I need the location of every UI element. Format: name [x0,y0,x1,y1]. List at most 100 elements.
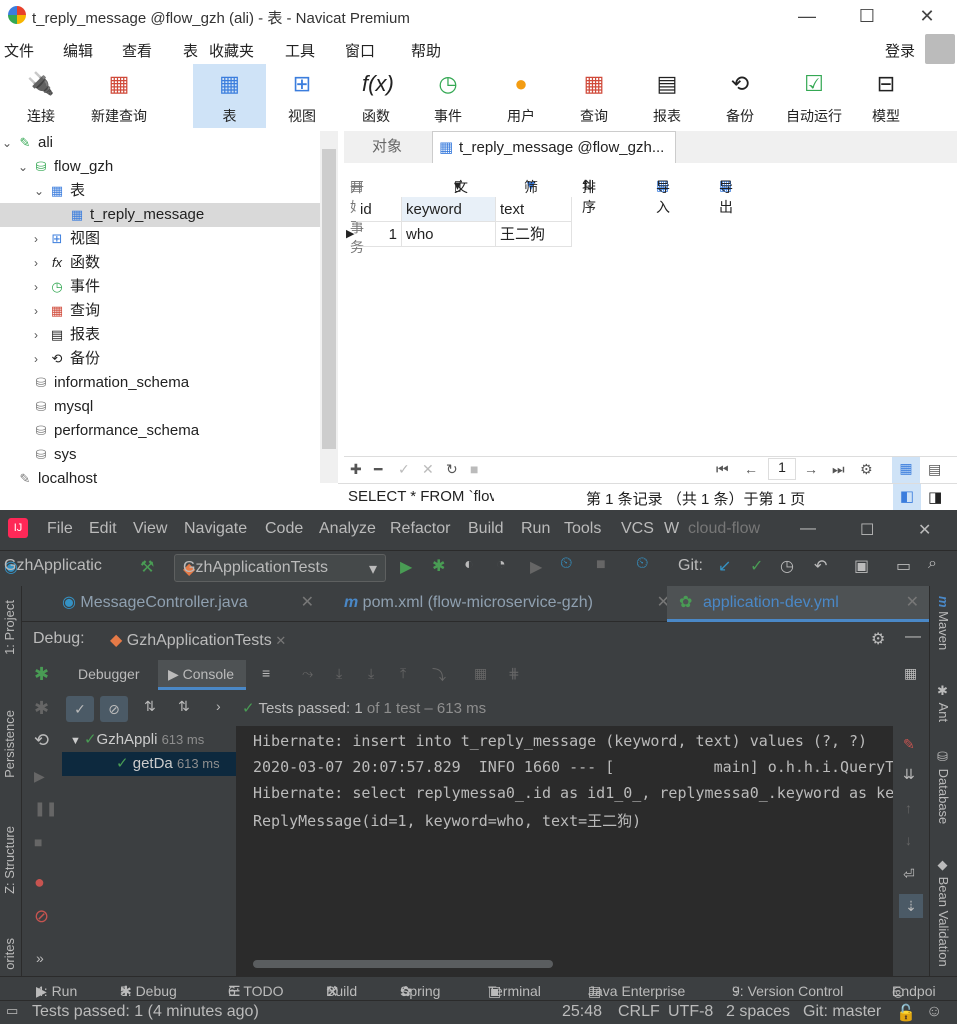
breakpoints-icon[interactable]: ● [34,872,45,893]
menu-help[interactable]: 帮助 [411,40,441,61]
menu-vcs[interactable]: VCS [621,520,654,538]
menu-file[interactable]: 文件 [4,40,34,61]
menu-favorites[interactable]: 收藏夹 [209,40,254,61]
panel-left-icon[interactable]: ◧ [893,484,921,510]
run-disabled-icon[interactable]: ▶ [530,557,542,577]
layout-toggle-icon[interactable]: ▭ [6,1003,18,1019]
rerun-debug-icon[interactable]: ✱ [34,664,49,685]
caret-position[interactable]: 25:48 [562,1003,602,1021]
soft-wrap-icon[interactable]: ⏎ [903,866,915,883]
sort-alpha-icon[interactable]: ⇅ [144,698,156,715]
chevron-down-icon[interactable]: ⌄ [18,155,32,179]
maximize-icon[interactable]: ☐ [855,4,879,28]
hammer-icon[interactable]: ⚒ [140,557,154,577]
tab-console[interactable]: ▶ Console [158,660,247,690]
search-everywhere-icon[interactable]: ⏲ [636,555,648,573]
menu-run[interactable]: Run [521,520,550,538]
debug-session-tab[interactable]: ◆ GzhApplicationTests ✕ [110,630,286,650]
console-hscrollbar[interactable] [253,960,553,968]
tab-debugger[interactable]: Debugger [78,666,140,682]
restore-layout-icon[interactable]: ⟲ [34,730,49,751]
scroll-end-icon[interactable]: ⇊ [903,766,915,783]
backup-button[interactable]: ⟲ 备份 [706,64,774,128]
chevron-right-icon[interactable]: › [34,347,48,371]
column-header-keyword[interactable]: keyword [402,197,496,222]
event-button[interactable]: ◷ 事件 [414,64,482,128]
minimize-icon[interactable]: — [800,520,816,538]
profile-icon[interactable]: ◔ [496,556,506,574]
add-record-icon[interactable]: ✚ [350,461,362,478]
new-query-button[interactable]: ▦ 新建查询 [82,64,156,128]
line-separator[interactable]: CRLF [618,1003,660,1021]
tree-group-reports[interactable]: › ▤ 报表 [34,323,100,347]
function-button[interactable]: f(x) 函数 [342,64,410,128]
more-icon[interactable]: » [36,950,44,966]
sort-duration-icon[interactable]: ⇅ [178,698,190,715]
coverage-icon[interactable]: ◐ [464,556,474,574]
clear-icon[interactable]: ✎ [903,736,915,753]
chevron-down-icon[interactable]: ⌄ [34,179,48,203]
next-page-icon[interactable]: → [804,461,818,477]
tree-database-sys[interactable]: ⛁ sys [32,443,77,467]
menu-edit[interactable]: Edit [89,520,117,538]
indent-setting[interactable]: 2 spaces [726,1003,790,1021]
test-method-node[interactable]: ✓ getDa 613 ms [62,752,236,776]
git-branch[interactable]: Git: master [803,1003,881,1021]
bug-disabled-icon[interactable]: ✱ [34,698,49,719]
delete-record-icon[interactable]: ━ [374,461,382,478]
tree-group-views[interactable]: › ⊞ 视图 [34,227,100,251]
cell-text[interactable]: 王二狗 [496,222,572,247]
chevron-right-icon[interactable]: › [34,299,48,323]
hide-icon[interactable]: — [905,628,921,646]
run-to-cursor-icon[interactable]: ⤵ [432,665,446,685]
menu-refactor[interactable]: Refactor [390,520,450,538]
tab-pom-xml[interactable]: m pom.xml (flow-microservice-gzh) ✕ [344,586,670,622]
sql-preview[interactable]: SELECT * FROM `flov [348,488,494,505]
tool-database[interactable]: ⛁ Database [936,750,951,824]
menu-build[interactable]: Build [468,520,504,538]
project-structure-icon[interactable]: ▣ [854,556,869,576]
menu-view[interactable]: View [133,520,167,538]
git-update-icon[interactable]: ↙ [718,556,731,576]
tree-group-backups[interactable]: › ⟲ 备份 [34,347,100,371]
mute-breakpoints-icon[interactable]: ⊘ [34,906,49,927]
tree-database-performance-schema[interactable]: ⛁ performance_schema [32,419,200,443]
close-icon[interactable]: ✕ [301,586,314,620]
maximize-icon[interactable]: ☐ [860,520,874,540]
layout-icon[interactable]: ▭ [896,556,911,576]
close-icon[interactable]: ✕ [918,520,931,540]
menu-table[interactable]: 表 [183,40,198,61]
close-icon[interactable]: ✕ [915,4,939,28]
menu-window[interactable]: W [664,520,679,538]
gear-icon[interactable]: ⚙ [871,629,885,649]
column-header-text[interactable]: text [496,197,572,222]
cell-id[interactable]: 1 [356,222,402,247]
column-header-id[interactable]: id [356,197,402,222]
panel-right-icon[interactable]: ◨ [928,488,942,506]
user-button[interactable]: ● 用户 [487,64,555,128]
tree-database-flow-gzh[interactable]: ⌄ ⛁ flow_gzh [18,155,113,179]
console-output[interactable]: Hibernate: insert into t_reply_message (… [236,726,893,976]
lock-icon[interactable]: 🔓 [896,1003,916,1023]
query-button[interactable]: ▦ 查询 [560,64,628,128]
stop-icon[interactable]: ■ [470,461,478,477]
git-commit-icon[interactable]: ✓ [750,556,763,576]
view-button[interactable]: ⊞ 视图 [268,64,336,128]
menu-code[interactable]: Code [265,520,303,538]
chevron-right-icon[interactable]: › [34,227,48,251]
close-icon[interactable]: ✕ [906,586,919,620]
menu-window[interactable]: 窗口 [345,40,375,61]
tree-table-t-reply-message[interactable]: ▦ t_reply_message [0,203,320,227]
tree-tables-group[interactable]: ⌄ ▦ 表 [34,179,85,203]
report-button[interactable]: ▤ 报表 [633,64,701,128]
step-over-icon[interactable]: ⤳ [302,665,313,682]
tab-t-reply-message[interactable]: ▦ t_reply_message @flow_gzh... [432,131,676,163]
prev-page-icon[interactable]: ← [744,461,758,477]
evaluate-icon[interactable]: ▦ [474,665,487,682]
rollback-icon[interactable]: ↶ [814,556,827,576]
cell-keyword[interactable]: who [402,222,496,247]
menu-tools[interactable]: 工具 [285,40,315,61]
tool-structure[interactable]: Z: Structure [2,826,17,894]
force-step-into-icon[interactable]: ⤓ [368,665,374,682]
history-icon[interactable]: ◷ [780,556,794,576]
